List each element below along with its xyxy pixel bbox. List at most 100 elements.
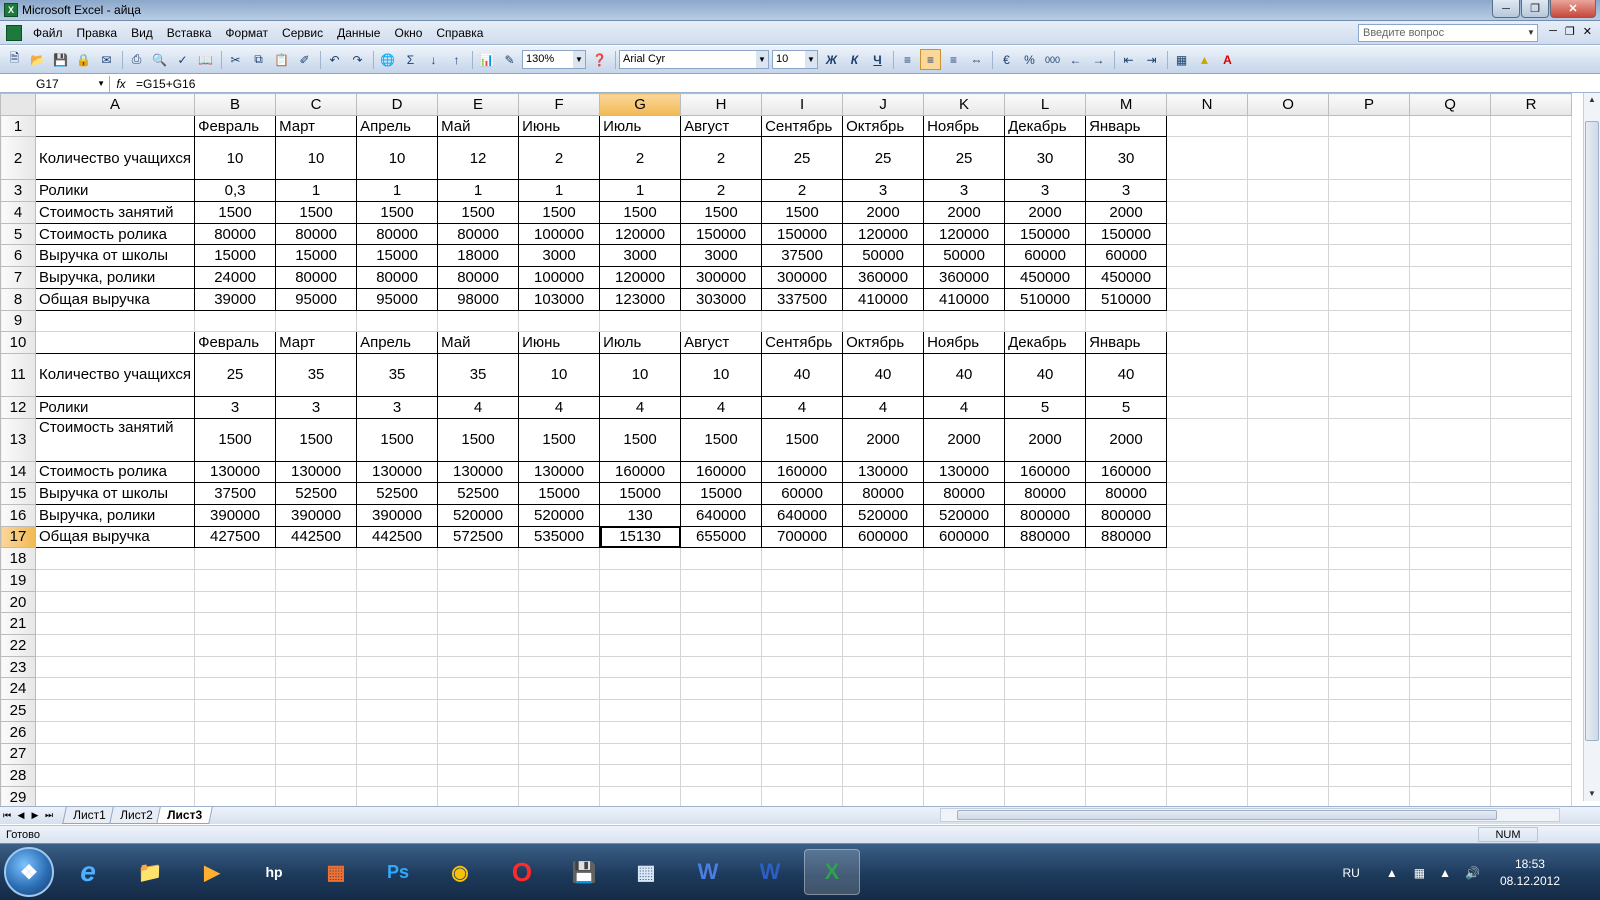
cell-i8[interactable]: 337500: [761, 287, 844, 311]
cell-r3[interactable]: [1490, 179, 1573, 203]
cell-i2[interactable]: 25: [761, 136, 844, 181]
cell-p20[interactable]: [1328, 590, 1411, 614]
cell-d19[interactable]: [356, 569, 439, 592]
cell-o2[interactable]: [1247, 136, 1330, 181]
row-header-6[interactable]: 6: [0, 244, 36, 268]
cell-r7[interactable]: [1490, 266, 1573, 289]
column-header-c[interactable]: C: [275, 93, 358, 116]
menu-view[interactable]: Вид: [124, 22, 160, 44]
cell-b20[interactable]: [194, 590, 277, 614]
cell-o8[interactable]: [1247, 287, 1330, 311]
permission-icon[interactable]: 🔒: [73, 49, 94, 70]
column-header-e[interactable]: E: [437, 93, 520, 116]
column-header-r[interactable]: R: [1490, 93, 1573, 116]
cell-n15[interactable]: [1166, 482, 1249, 505]
cell-n17[interactable]: [1166, 525, 1249, 549]
scroll-up-icon[interactable]: ▲: [1584, 93, 1600, 107]
cell-e23[interactable]: [437, 655, 520, 679]
cell-i7[interactable]: 300000: [761, 266, 844, 289]
cell-q29[interactable]: [1409, 785, 1492, 809]
cell-q22[interactable]: [1409, 634, 1492, 657]
cell-h2[interactable]: 2: [680, 136, 763, 181]
cell-f10[interactable]: Июнь: [518, 331, 601, 354]
cell-q1[interactable]: [1409, 114, 1492, 138]
row-header-21[interactable]: 21: [0, 612, 36, 636]
cell-n3[interactable]: [1166, 179, 1249, 203]
column-header-j[interactable]: J: [842, 93, 925, 116]
cell-i1[interactable]: Сентябрь: [761, 114, 844, 138]
cell-a23[interactable]: [34, 655, 196, 679]
cell-p17[interactable]: [1328, 525, 1411, 549]
cell-l15[interactable]: 80000: [1004, 482, 1087, 505]
cell-m18[interactable]: [1085, 547, 1168, 570]
cell-n16[interactable]: [1166, 503, 1249, 527]
cell-r14[interactable]: [1490, 460, 1573, 484]
cell-f18[interactable]: [518, 547, 601, 570]
cell-r24[interactable]: [1490, 677, 1573, 701]
bold-button[interactable]: Ж: [821, 49, 842, 70]
cell-j18[interactable]: [842, 547, 925, 570]
cell-l14[interactable]: 160000: [1004, 460, 1087, 484]
cell-g17[interactable]: 15130: [599, 525, 682, 549]
cell-r10[interactable]: [1490, 331, 1573, 354]
cell-p21[interactable]: [1328, 612, 1411, 636]
cell-o24[interactable]: [1247, 677, 1330, 701]
cell-b7[interactable]: 24000: [194, 266, 277, 289]
cell-a20[interactable]: [34, 590, 196, 614]
column-header-b[interactable]: B: [194, 93, 277, 116]
cell-k14[interactable]: 130000: [923, 460, 1006, 484]
cell-c28[interactable]: [275, 764, 358, 787]
cell-d2[interactable]: 10: [356, 136, 439, 181]
cell-a10[interactable]: [34, 331, 196, 354]
drawing-icon[interactable]: ✎: [499, 49, 520, 70]
cell-h16[interactable]: 640000: [680, 503, 763, 527]
cell-a27[interactable]: [34, 742, 196, 766]
cell-f21[interactable]: [518, 612, 601, 636]
cell-e15[interactable]: 52500: [437, 482, 520, 505]
cell-m24[interactable]: [1085, 677, 1168, 701]
cell-g1[interactable]: Июль: [599, 114, 682, 138]
scroll-down-icon[interactable]: ▼: [1584, 787, 1600, 801]
cell-f28[interactable]: [518, 764, 601, 787]
cell-p3[interactable]: [1328, 179, 1411, 203]
cell-e1[interactable]: Май: [437, 114, 520, 138]
cell-l8[interactable]: 510000: [1004, 287, 1087, 311]
cell-o9[interactable]: [1247, 309, 1330, 333]
cell-o21[interactable]: [1247, 612, 1330, 636]
cell-i12[interactable]: 4: [761, 395, 844, 419]
cell-b14[interactable]: 130000: [194, 460, 277, 484]
cell-b4[interactable]: 1500: [194, 201, 277, 224]
cell-b19[interactable]: [194, 569, 277, 592]
cell-l5[interactable]: 150000: [1004, 222, 1087, 246]
cell-b17[interactable]: 427500: [194, 525, 277, 549]
open-icon[interactable]: 📂: [27, 49, 48, 70]
cell-o4[interactable]: [1247, 201, 1330, 224]
row-header-15[interactable]: 15: [0, 482, 36, 505]
cell-m8[interactable]: 510000: [1085, 287, 1168, 311]
cell-j12[interactable]: 4: [842, 395, 925, 419]
cell-o28[interactable]: [1247, 764, 1330, 787]
cell-q21[interactable]: [1409, 612, 1492, 636]
cell-p28[interactable]: [1328, 764, 1411, 787]
increase-decimal-icon[interactable]: ←: [1065, 49, 1086, 70]
undo-icon[interactable]: ↶: [324, 49, 345, 70]
cell-h22[interactable]: [680, 634, 763, 657]
menu-data[interactable]: Данные: [330, 22, 387, 44]
cell-r17[interactable]: [1490, 525, 1573, 549]
cell-b9[interactable]: [194, 309, 277, 333]
cell-c12[interactable]: 3: [275, 395, 358, 419]
cell-d23[interactable]: [356, 655, 439, 679]
cell-f25[interactable]: [518, 699, 601, 722]
cell-j26[interactable]: [842, 720, 925, 744]
cell-o16[interactable]: [1247, 503, 1330, 527]
cell-l6[interactable]: 60000: [1004, 244, 1087, 268]
sort-ascending-icon[interactable]: ↓: [423, 49, 444, 70]
cell-r4[interactable]: [1490, 201, 1573, 224]
cell-a5[interactable]: Стоимость ролика: [34, 222, 196, 246]
cell-r15[interactable]: [1490, 482, 1573, 505]
cell-n10[interactable]: [1166, 331, 1249, 354]
cell-f27[interactable]: [518, 742, 601, 766]
cell-n28[interactable]: [1166, 764, 1249, 787]
first-sheet-icon[interactable]: ⏮: [0, 810, 14, 821]
cell-g11[interactable]: 10: [599, 352, 682, 397]
